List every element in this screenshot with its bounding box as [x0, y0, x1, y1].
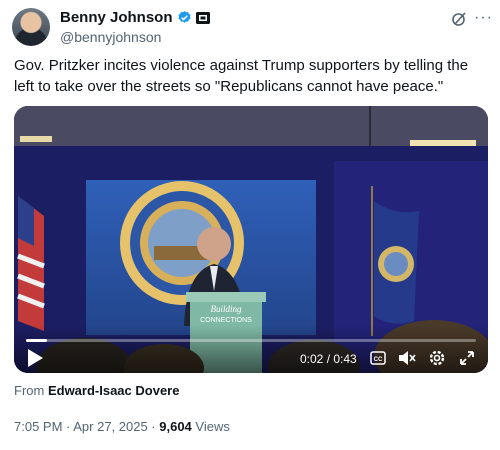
video-time: 0:02 / 0:43 [300, 352, 357, 366]
video-controls: 0:02 / 0:43 CC [14, 325, 488, 373]
more-options-icon[interactable]: ··· [474, 9, 493, 27]
tweet-text: Gov. Pritzker incites violence against T… [14, 57, 469, 95]
tweet-post: Benny Johnson @bennyjohnson ··· Gov. Pri… [0, 0, 500, 450]
settings-gear-icon[interactable] [428, 349, 446, 367]
play-button[interactable] [26, 348, 44, 368]
views-label: Views [191, 419, 230, 434]
video-progress-fill [26, 339, 47, 342]
video-player[interactable]: Building CONNECTIONS 0:02 / 0:43 CC [14, 106, 488, 373]
video-progress-bar[interactable] [26, 339, 476, 342]
grok-icon[interactable] [451, 11, 467, 27]
timestamp[interactable]: 7:05 PM · Apr 27, 2025 · [14, 419, 159, 434]
source-link[interactable]: Edward-Isaac Dovere [48, 383, 180, 398]
mute-button[interactable] [398, 350, 416, 366]
views-count: 9,604 [159, 419, 192, 434]
author-name[interactable]: Benny Johnson [60, 9, 173, 26]
verified-badge-icon [177, 10, 191, 23]
avatar[interactable] [12, 8, 50, 46]
svg-text:Building: Building [211, 304, 242, 314]
affiliation-badge-icon [195, 11, 210, 24]
author-name-row: Benny Johnson [60, 9, 210, 26]
svg-text:CC: CC [374, 357, 383, 363]
fullscreen-button[interactable] [458, 349, 476, 367]
source-prefix: From [14, 383, 48, 398]
video-source: From Edward-Isaac Dovere [14, 383, 179, 398]
svg-text:CONNECTIONS: CONNECTIONS [200, 317, 252, 324]
captions-button[interactable]: CC [370, 351, 386, 365]
tweet-meta: 7:05 PM · Apr 27, 2025 · 9,604 Views [14, 419, 230, 434]
author-handle[interactable]: @bennyjohnson [60, 29, 161, 45]
